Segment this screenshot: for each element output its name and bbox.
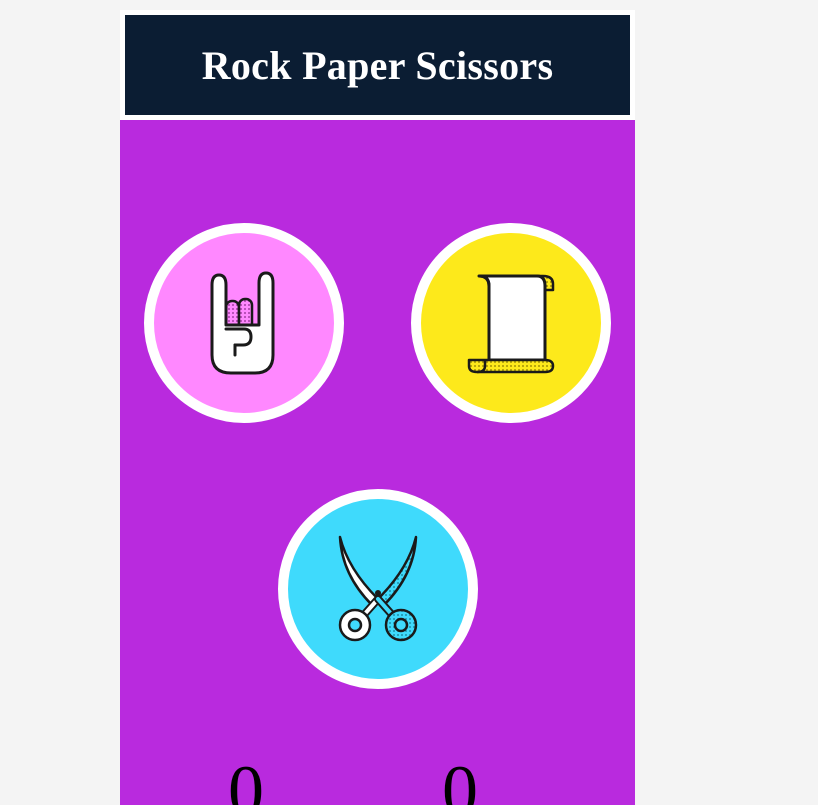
paper-button[interactable] bbox=[411, 223, 611, 423]
scissors-icon bbox=[338, 535, 418, 642]
player-score: 0 bbox=[228, 751, 264, 805]
rock-hand-icon bbox=[210, 271, 275, 375]
game-container: Rock Paper Scissors 0 0 bbox=[120, 10, 635, 805]
game-title: Rock Paper Scissors bbox=[201, 42, 554, 88]
computer-score: 0 bbox=[442, 751, 478, 805]
scissors-button[interactable] bbox=[278, 489, 478, 689]
header-frame: Rock Paper Scissors bbox=[120, 10, 635, 120]
rock-button[interactable] bbox=[144, 223, 344, 423]
paper-scroll-icon bbox=[467, 274, 555, 374]
header: Rock Paper Scissors bbox=[125, 15, 630, 115]
